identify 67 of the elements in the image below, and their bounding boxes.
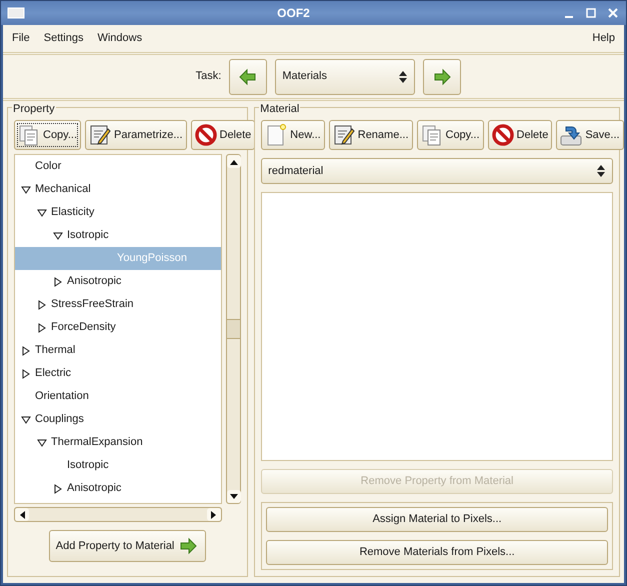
tree-item[interactable]: Mechanical — [15, 178, 222, 201]
toolbar-button[interactable]: Save... — [556, 120, 624, 150]
tree-item[interactable]: Thermal — [15, 339, 222, 362]
add-property-button[interactable]: Add Property to Material — [48, 530, 206, 562]
expanded-triangle-icon[interactable] — [37, 438, 47, 446]
collapsed-triangle-icon[interactable] — [38, 322, 46, 332]
tree-item[interactable]: Electric — [15, 362, 222, 385]
tree-item[interactable]: Anisotropic — [15, 477, 222, 500]
copy-icon — [18, 124, 40, 146]
menu-item[interactable]: Settings — [44, 30, 84, 47]
back-button[interactable] — [229, 58, 268, 94]
expanded-triangle-icon[interactable] — [37, 208, 47, 216]
maximize-icon[interactable] — [584, 6, 598, 20]
tree-item[interactable]: Couplings — [15, 408, 222, 431]
collapsed-triangle-icon[interactable] — [38, 300, 46, 310]
tree-item[interactable]: Isotropic — [15, 454, 222, 477]
no-entry-icon — [194, 124, 216, 146]
tree-item[interactable]: ThermalExpansion — [15, 431, 222, 454]
toolbar-button[interactable]: Copy... — [416, 120, 484, 150]
scroll-right-icon[interactable] — [211, 510, 218, 518]
edit-icon — [89, 124, 112, 146]
pixel-button[interactable]: Assign Material to Pixels... — [266, 507, 608, 532]
material-dropdown[interactable]: redmaterial — [261, 158, 613, 184]
collapsed-triangle-icon[interactable] — [54, 276, 62, 286]
tree-item[interactable]: StressFreeStrain — [15, 293, 222, 316]
expanded-triangle-icon[interactable] — [21, 186, 31, 194]
tree-item[interactable]: Anisotropic — [15, 270, 222, 293]
expanded-triangle-icon[interactable] — [21, 416, 31, 424]
collapsed-triangle-icon[interactable] — [22, 346, 30, 356]
tree-item[interactable]: Elasticity — [15, 201, 222, 224]
scroll-up-icon[interactable] — [230, 158, 238, 164]
pixel-button[interactable]: Remove Materials from Pixels... — [266, 540, 608, 565]
tree-item[interactable]: ForceDensity — [15, 316, 222, 339]
copy-icon — [420, 124, 442, 146]
menu-item[interactable]: File — [12, 30, 30, 47]
panel-title: Property — [12, 101, 56, 118]
new-document-icon — [265, 124, 288, 146]
scroll-down-icon[interactable] — [230, 494, 238, 500]
close-icon[interactable] — [606, 6, 620, 20]
tree-item[interactable]: Orientation — [15, 385, 222, 408]
menu-item[interactable]: Help — [592, 30, 615, 47]
scroll-left-icon[interactable] — [19, 510, 25, 518]
expanded-triangle-icon[interactable] — [53, 232, 63, 240]
no-entry-icon — [492, 124, 514, 146]
toolbar-button[interactable]: Delete — [190, 120, 256, 150]
edit-icon — [332, 124, 355, 146]
collapsed-triangle-icon[interactable] — [54, 484, 62, 494]
menu-item[interactable]: Windows — [97, 30, 142, 47]
forward-button[interactable] — [423, 58, 462, 94]
task-label: Task: — [196, 69, 222, 84]
vertical-scrollbar[interactable] — [226, 154, 242, 504]
toolbar-button[interactable]: Parametrize... — [85, 120, 186, 150]
window-menu-icon[interactable] — [7, 7, 25, 19]
toolbar-button[interactable]: Rename... — [328, 120, 412, 150]
tree-item[interactable]: Color — [15, 155, 222, 178]
toolbar-button[interactable]: New... — [261, 120, 325, 150]
collapsed-triangle-icon[interactable] — [22, 368, 30, 378]
save-icon — [560, 124, 582, 146]
scrollbar-thumb[interactable] — [227, 319, 240, 339]
task-dropdown[interactable]: Materials — [275, 58, 416, 94]
spinner-arrows-icon — [596, 164, 606, 178]
toolbar-button[interactable]: Copy... — [14, 120, 82, 150]
toolbar-button[interactable]: Delete — [488, 120, 552, 150]
window-title: OOF2 — [276, 5, 311, 22]
spinner-arrows-icon — [398, 70, 408, 84]
horizontal-scrollbar[interactable] — [14, 507, 222, 522]
tree-item[interactable]: Isotropic — [15, 224, 222, 247]
